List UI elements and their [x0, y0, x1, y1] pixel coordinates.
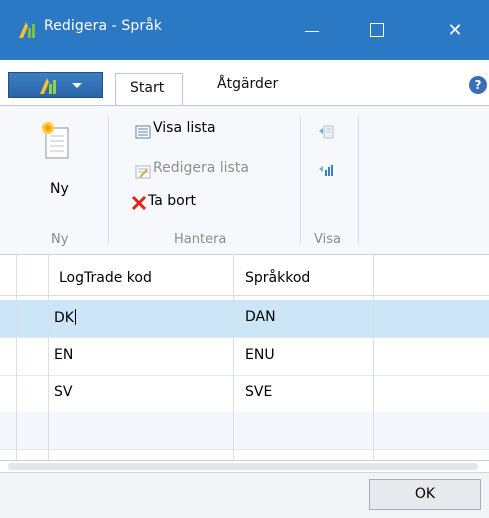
column-header-logtrade[interactable]: LogTrade kod — [59, 270, 152, 286]
view-list-button[interactable]: Visa lista — [153, 120, 216, 136]
scrollbar-thumb[interactable] — [8, 463, 478, 470]
row-selector[interactable] — [0, 300, 16, 337]
chart-view-icon[interactable] — [318, 162, 334, 178]
list-view-icon[interactable] — [318, 124, 334, 140]
cell-lang[interactable]: ENU — [245, 347, 275, 363]
cell-lang[interactable]: DAN — [245, 309, 276, 325]
new-document-icon[interactable] — [40, 120, 70, 160]
column-divider — [48, 255, 49, 460]
application-menu-button[interactable] — [8, 72, 103, 98]
group-label-ny: Ny — [51, 232, 69, 247]
tab-atgarder[interactable]: Åtgärder — [217, 76, 278, 92]
title-bar[interactable]: Redigera - Språk ✕ — [0, 0, 489, 60]
column-divider — [16, 255, 17, 460]
language-grid[interactable]: LogTrade kod Språkkod DK DAN EN ENU SV S… — [0, 255, 489, 460]
group-separator — [300, 116, 301, 244]
table-row[interactable]: SV SVE — [0, 375, 489, 413]
grid-header: LogTrade kod Språkkod — [0, 255, 489, 296]
table-row[interactable]: EN ENU — [0, 338, 489, 376]
column-divider — [233, 255, 234, 460]
new-button-label[interactable]: Ny — [50, 181, 69, 197]
table-row-empty[interactable] — [0, 412, 489, 450]
group-separator — [358, 116, 359, 244]
chevron-down-icon — [72, 83, 82, 88]
cell-code[interactable]: DK — [54, 309, 76, 326]
group-separator — [108, 116, 109, 244]
delete-button[interactable]: Ta bort — [148, 193, 196, 209]
group-label-visa: Visa — [314, 232, 341, 247]
view-list-icon — [135, 125, 151, 139]
minimize-button[interactable] — [289, 0, 335, 60]
edit-list-button[interactable]: Redigera lista — [153, 160, 249, 176]
cell-code[interactable]: SV — [54, 384, 72, 400]
cell-lang[interactable]: SVE — [245, 384, 272, 400]
column-header-sprakkod[interactable]: Språkkod — [245, 270, 310, 286]
window-title: Redigera - Språk — [44, 18, 163, 34]
maximize-button[interactable] — [354, 0, 400, 60]
delete-x-icon — [131, 195, 147, 211]
dialog-footer: OK — [0, 472, 489, 518]
tab-start-label: Start — [130, 80, 165, 96]
edit-list-icon — [135, 165, 151, 179]
group-label-hantera: Hantera — [174, 232, 227, 247]
ribbon-panel — [0, 105, 489, 255]
app-logo-icon — [19, 22, 35, 38]
table-row[interactable]: DK DAN — [0, 300, 489, 338]
ok-button[interactable]: OK — [369, 479, 481, 510]
app-menu-logo-icon — [40, 78, 56, 94]
help-icon[interactable]: ? — [469, 76, 487, 94]
tab-start[interactable]: Start — [115, 73, 183, 106]
column-divider — [373, 255, 374, 460]
close-button[interactable]: ✕ — [432, 0, 478, 60]
cell-code[interactable]: EN — [54, 347, 73, 363]
